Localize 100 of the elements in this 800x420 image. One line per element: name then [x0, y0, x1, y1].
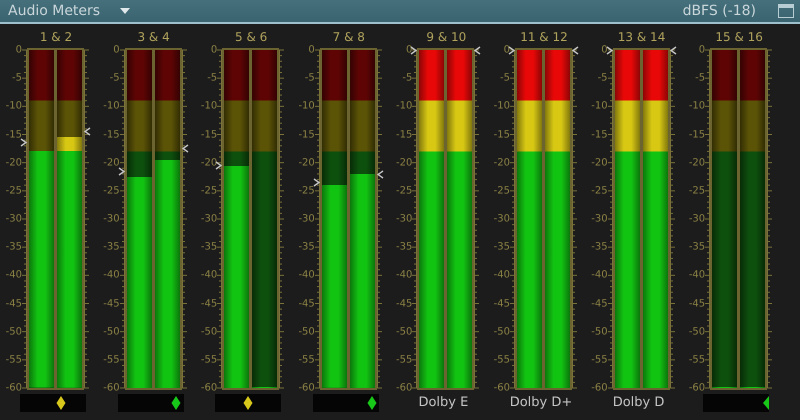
- scale-label: 0: [601, 44, 608, 56]
- scale-label: -60: [298, 382, 315, 394]
- scale-label: 0: [16, 44, 22, 56]
- scale-label: -20: [298, 157, 315, 168]
- channel-pair-label: 9 & 10: [425, 29, 468, 46]
- scale-label: -55: [396, 354, 412, 366]
- scale-label: -50: [298, 326, 315, 338]
- scale-label: -35: [298, 242, 315, 253]
- scale-label: -55: [591, 354, 608, 366]
- scale-label: -10: [688, 100, 706, 112]
- scale-label: -45: [591, 298, 608, 309]
- scale-label: -10: [200, 100, 218, 112]
- scale-label: -25: [298, 185, 315, 196]
- scale-label: -50: [200, 326, 218, 338]
- channel-pair-label: 5 & 6: [234, 29, 268, 46]
- scale-label: -45: [200, 298, 218, 309]
- scale-label: -45: [298, 298, 315, 309]
- scale-label: -40: [396, 270, 412, 281]
- channel-pair-label: 7 & 8: [332, 29, 366, 46]
- scale-label: -60: [103, 382, 120, 394]
- scale-label: -55: [494, 354, 510, 366]
- scale-label: -50: [6, 326, 22, 338]
- scale-label: -45: [103, 298, 120, 309]
- scale-label: -30: [494, 214, 510, 224]
- channel-pair-label: 13 & 14: [616, 29, 666, 46]
- scale-label: -15: [396, 129, 412, 140]
- maximize-icon[interactable]: [778, 4, 794, 18]
- format-label: Dolby D: [612, 394, 666, 412]
- scale-label: -10: [103, 100, 120, 112]
- scale-label: -60: [200, 382, 218, 394]
- scale-label: 0: [308, 44, 315, 56]
- scale-label: -60: [396, 382, 412, 394]
- scale-label: -40: [6, 270, 22, 281]
- scale-label: -35: [688, 242, 706, 253]
- channel-pair-label: 1 & 2: [38, 29, 74, 46]
- scale-label: 0: [113, 44, 120, 56]
- scale-label: -25: [200, 185, 218, 196]
- scale-label: -35: [494, 242, 510, 253]
- scale-label: -45: [494, 298, 510, 309]
- scale-label: -30: [6, 214, 22, 224]
- scale-label: -55: [298, 354, 315, 366]
- scale-label: -20: [591, 157, 608, 168]
- scale-label: -15: [200, 129, 218, 140]
- scale-label: -35: [6, 242, 22, 253]
- scale-label: 0: [210, 44, 218, 56]
- scale-label: -25: [688, 185, 706, 196]
- scale-label: -50: [396, 326, 412, 338]
- scale-label: -60: [494, 382, 510, 394]
- scale-label: -35: [396, 242, 412, 253]
- scale-label: -45: [6, 298, 22, 309]
- scale-label: -20: [200, 157, 218, 168]
- scale-label: -40: [103, 270, 120, 281]
- scale-label: -30: [103, 214, 120, 224]
- scale-label: -5: [110, 72, 120, 84]
- format-label: Dolby E: [417, 394, 470, 412]
- scale-label: -15: [591, 129, 608, 140]
- scale-label: -20: [103, 157, 120, 168]
- scale-label: -25: [103, 185, 120, 196]
- scale-label: -5: [598, 72, 608, 84]
- scale-label: -5: [304, 72, 315, 84]
- scale-label: -50: [494, 326, 510, 338]
- scale-label: -55: [688, 354, 706, 366]
- scale-label: -15: [494, 129, 510, 140]
- scale-label: -5: [695, 72, 706, 84]
- scale-label: -15: [298, 129, 315, 140]
- scale-label: -60: [591, 382, 608, 394]
- channel-pair-label: 3 & 4: [136, 29, 171, 46]
- scale-label: -45: [396, 298, 412, 309]
- scale-label: -40: [494, 270, 510, 281]
- scale-label: -25: [494, 185, 510, 196]
- scale-label: -40: [688, 270, 706, 281]
- scale-label: -50: [688, 326, 706, 338]
- scale-label: -25: [396, 185, 412, 196]
- scale-label: -5: [12, 72, 22, 84]
- window-title: Audio Meters: [8, 3, 100, 19]
- scale-label: -10: [494, 100, 510, 112]
- scale-label: -40: [200, 270, 218, 281]
- scale-label: -25: [6, 185, 22, 196]
- scale-label: -55: [200, 354, 218, 366]
- scale-label: -15: [6, 129, 22, 140]
- scale-label: -10: [298, 100, 315, 112]
- scale-label: -5: [207, 72, 218, 84]
- scale-label: -30: [200, 214, 218, 224]
- scale-label: 0: [504, 44, 510, 56]
- scale-label: -20: [396, 157, 412, 168]
- dropdown-caret-icon[interactable]: [120, 8, 130, 14]
- scale-label: -5: [500, 72, 510, 84]
- scale-label: 0: [698, 44, 706, 56]
- scale-label: -35: [591, 242, 608, 253]
- scale-label: -60: [6, 382, 22, 394]
- scale-label: -30: [298, 214, 315, 224]
- channel-pair-label: 11 & 12: [519, 29, 569, 46]
- format-label: Dolby D+: [508, 394, 574, 412]
- unit-label: dBFS (-18): [682, 3, 756, 19]
- scale-label: -55: [103, 354, 120, 366]
- scale-label: -15: [688, 129, 706, 140]
- scale-label: -50: [591, 326, 608, 338]
- scale-label: -25: [591, 185, 608, 196]
- scale-label: -30: [688, 214, 706, 224]
- scale-label: -60: [688, 382, 706, 394]
